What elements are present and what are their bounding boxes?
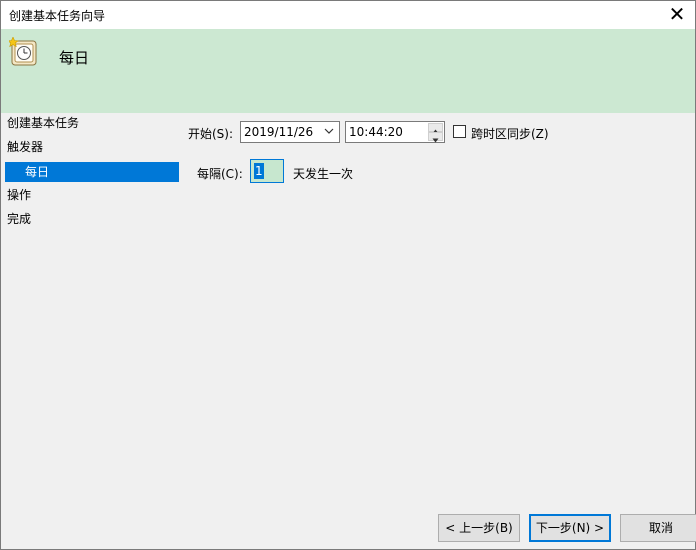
spin-down-button[interactable]	[428, 132, 443, 143]
interval-input[interactable]: 1	[250, 159, 284, 183]
nav-item-create-basic-task[interactable]: 创建基本任务	[7, 113, 79, 133]
time-spin-buttons	[428, 123, 443, 143]
start-date-picker[interactable]: 2019/11/26	[240, 121, 340, 143]
wizard-header: 每日	[1, 29, 695, 113]
wizard-window: 创建基本任务向导 ✕ 每日 创建基本任务 触发器 每日 操作 完成 开始(S):…	[0, 0, 696, 550]
window-title: 创建基本任务向导	[9, 9, 106, 23]
nav-item-finish[interactable]: 完成	[7, 209, 31, 229]
nav-item-action[interactable]: 操作	[7, 185, 31, 205]
wizard-step-nav: 创建基本任务 触发器 每日 操作 完成	[1, 113, 181, 503]
start-label: 开始(S):	[188, 127, 234, 141]
spin-up-button[interactable]	[428, 123, 443, 134]
next-button[interactable]: 下一步(N) >	[529, 514, 611, 542]
title-bar: 创建基本任务向导 ✕	[1, 1, 695, 29]
sync-timezone-checkbox[interactable]	[453, 125, 466, 138]
cancel-button[interactable]: 取消	[620, 514, 696, 542]
start-time-stepper[interactable]: 10:44:20	[345, 121, 445, 143]
start-time-value: 10:44:20	[349, 125, 403, 139]
sync-timezone-label[interactable]: 跨时区同步(Z)	[471, 125, 549, 142]
chevron-down-icon[interactable]	[323, 124, 335, 138]
arrow-down-icon	[432, 138, 439, 143]
interval-suffix: 天发生一次	[293, 167, 354, 181]
clock-icon	[9, 37, 37, 66]
nav-item-trigger[interactable]: 触发器	[7, 137, 43, 157]
interval-value: 1	[254, 163, 264, 179]
start-date-value: 2019/11/26	[244, 125, 314, 139]
interval-label: 每隔(C):	[197, 167, 243, 181]
header-title: 每日	[59, 49, 90, 67]
nav-item-daily[interactable]: 每日	[5, 162, 179, 182]
back-button[interactable]: < 上一步(B)	[438, 514, 520, 542]
close-icon[interactable]: ✕	[665, 3, 689, 27]
